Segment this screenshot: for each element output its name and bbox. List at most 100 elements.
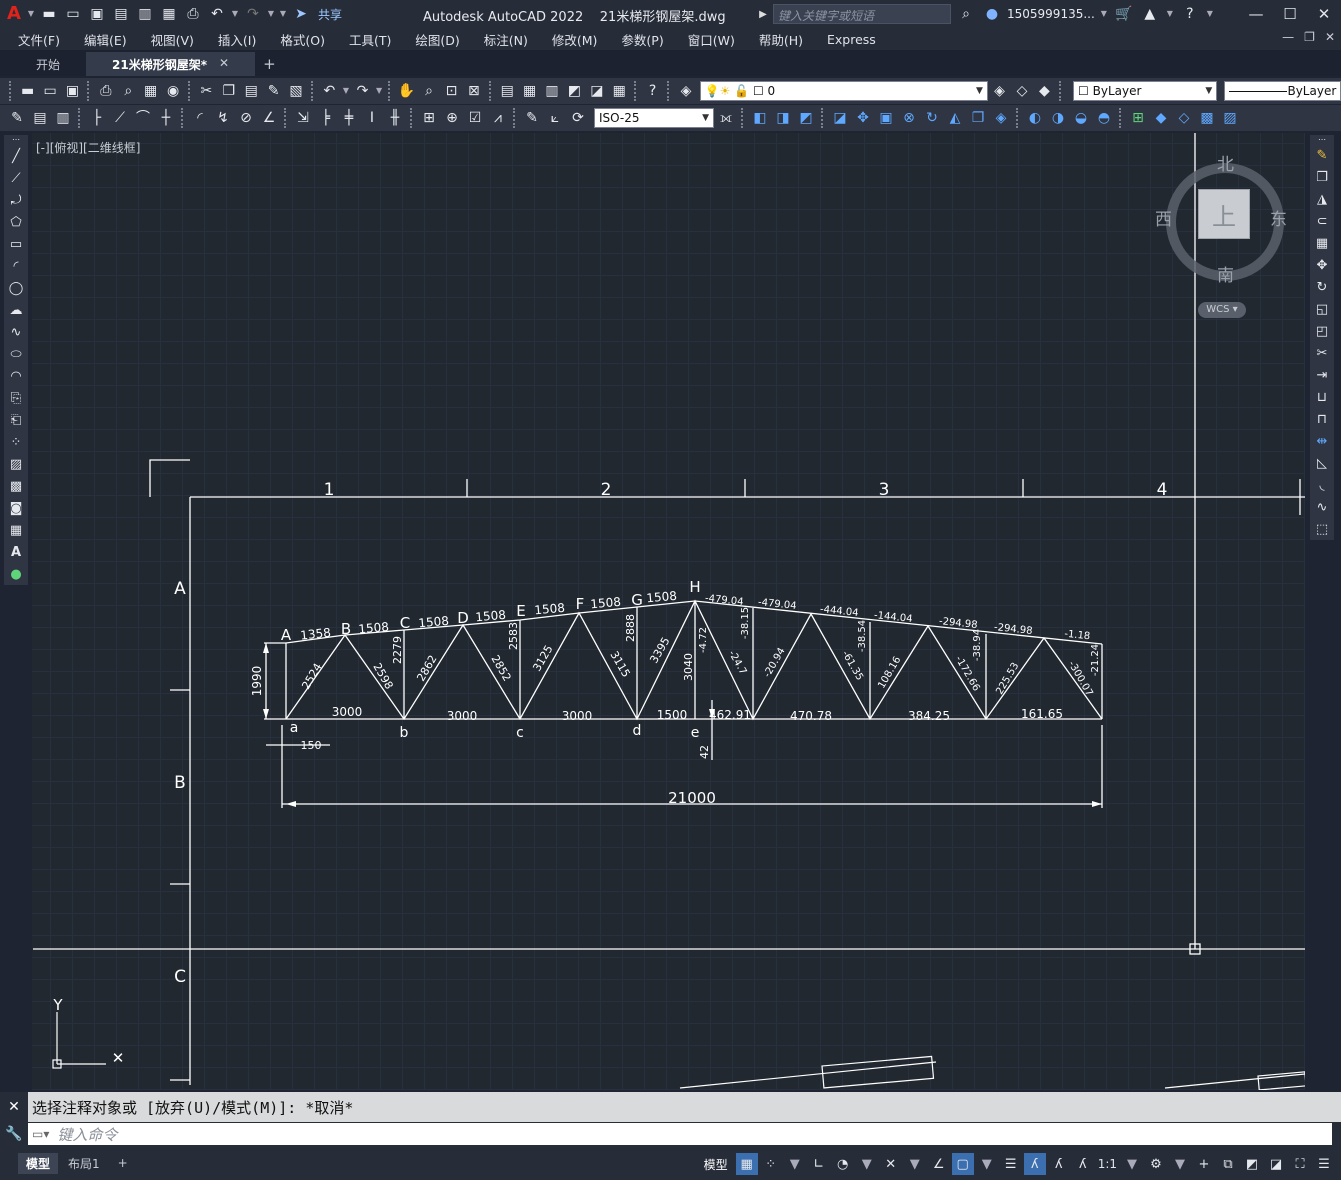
join-icon[interactable]: ⇹ (1311, 430, 1333, 452)
close-command-icon[interactable]: ✕ (0, 1092, 28, 1122)
markup-icon[interactable]: ◪ (586, 80, 607, 102)
match-properties-icon[interactable]: ✎ (263, 80, 284, 102)
polygon-icon[interactable]: ⬠ (5, 211, 27, 233)
undo-icon[interactable]: ↶ (319, 80, 340, 102)
make-current-layer-icon[interactable]: ◈ (989, 80, 1010, 102)
gradient-icon[interactable]: ▩ (5, 475, 27, 497)
chevron-down-icon[interactable]: ▼ (976, 1153, 998, 1175)
snap-icon[interactable]: ⁘ (760, 1153, 782, 1175)
tab-layout1[interactable]: 布局1 (60, 1153, 108, 1174)
break-icon[interactable]: ⊓ (1311, 408, 1333, 430)
ortho-icon[interactable]: ∟ (808, 1153, 830, 1175)
grid-icon[interactable]: ▦ (735, 1153, 758, 1175)
design-center-icon[interactable]: ▦ (519, 80, 540, 102)
continue-icon[interactable]: ╪ (338, 107, 360, 129)
insert-block-icon[interactable]: ⊞ (1127, 107, 1149, 129)
scale-icon[interactable]: ◱ (1311, 299, 1333, 321)
save-icon[interactable]: ▣ (86, 3, 108, 25)
wcs-menu-button[interactable]: WCS ▾ (1198, 302, 1246, 318)
copy-faces-icon[interactable]: ❐ (967, 107, 989, 129)
compass-west[interactable]: 西 (1155, 205, 1172, 230)
chevron-down-icon[interactable]: ▼ (904, 1153, 926, 1175)
annotation-scale-value[interactable]: 1:1 (1098, 1157, 1117, 1171)
new-icon[interactable]: ▬ (17, 80, 38, 102)
properties-icon[interactable]: ▤ (497, 80, 518, 102)
layer-state-icon[interactable]: ◆ (1034, 80, 1055, 102)
hardware-acceleration-icon[interactable]: ◩ (1241, 1153, 1263, 1175)
redo-icon[interactable]: ↷ (352, 80, 373, 102)
rotate-faces-icon[interactable]: ↻ (921, 107, 943, 129)
toolbar-grip[interactable]: ⋯ (5, 135, 27, 145)
inspection-icon[interactable]: ☑ (464, 107, 486, 129)
paste-icon[interactable]: ▤ (241, 80, 262, 102)
plot-preview-icon[interactable]: ⌕ (118, 80, 139, 102)
help-icon[interactable]: ? (642, 80, 663, 102)
multiline-text-icon[interactable]: A (5, 541, 27, 563)
command-prompt-icon[interactable]: ▭▾ (32, 1127, 49, 1141)
separate-icon[interactable]: ◒ (1070, 107, 1092, 129)
slice-icon[interactable]: ◇ (1173, 107, 1195, 129)
redo-icon[interactable]: ↷ (242, 3, 264, 25)
zoom-previous-icon[interactable]: ⊠ (463, 80, 484, 102)
doc-close-icon[interactable]: ✕ (1325, 30, 1335, 44)
menu-express[interactable]: Express (827, 32, 876, 47)
close-icon[interactable]: ✕ (1307, 0, 1341, 28)
ellipse-icon[interactable]: ⬭ (5, 343, 27, 365)
arc-length-icon[interactable]: ⌒ (132, 107, 154, 129)
compass-north[interactable]: 北 (1217, 150, 1234, 175)
maximize-icon[interactable]: ☐ (1273, 0, 1307, 28)
publish-icon[interactable]: ▦ (140, 80, 161, 102)
arc-icon[interactable]: ◜ (5, 255, 27, 277)
zoom-realtime-icon[interactable]: ⌕ (418, 80, 439, 102)
model-space-button[interactable]: 模型 (704, 1156, 728, 1173)
help-icon[interactable]: ? (1179, 3, 1201, 25)
menu-file[interactable]: 文件(F) (18, 30, 60, 49)
tab-start[interactable]: 开始 (10, 52, 86, 76)
cart-icon[interactable]: 🛒 (1113, 3, 1135, 25)
tab-model[interactable]: 模型 (18, 1152, 59, 1174)
blend-curves-icon[interactable]: ∿ (1311, 496, 1333, 518)
chevron-down-icon[interactable]: ▼ (784, 1153, 806, 1175)
cut-icon[interactable]: ✂ (196, 80, 217, 102)
menu-draw[interactable]: 绘图(D) (415, 30, 459, 49)
annotation-scale-icon[interactable]: ʎ (1072, 1153, 1094, 1175)
minimize-icon[interactable]: — (1239, 0, 1273, 28)
dim-space-icon[interactable]: Ι (361, 107, 383, 129)
chevron-down-icon[interactable]: ▼ (1099, 3, 1109, 25)
add-layout-button[interactable]: + (110, 1154, 136, 1172)
menu-edit[interactable]: 编辑(E) (84, 30, 127, 49)
dimstyle-icon[interactable]: ⟗ (715, 107, 737, 129)
menu-dimension[interactable]: 标注(N) (484, 30, 528, 49)
chevron-down-icon[interactable]: ▼ (1121, 1153, 1143, 1175)
ordinate-icon[interactable]: ┼ (155, 107, 177, 129)
chevron-down-icon[interactable]: ▼ (1165, 3, 1175, 25)
center-mark-icon[interactable]: ⊕ (441, 107, 463, 129)
layer-properties-icon[interactable]: ◈ (675, 80, 696, 102)
color-dropdown[interactable]: ☐ ByLayer ▼ (1073, 81, 1218, 101)
autodesk-app-icon[interactable]: ▲ (1139, 3, 1161, 25)
jogged-linear-icon[interactable]: ⩘ (487, 107, 509, 129)
offset-icon[interactable]: ⊂ (1311, 211, 1333, 233)
clean-icon[interactable]: ◑ (1047, 107, 1069, 129)
line-icon[interactable]: ╱ (5, 145, 27, 167)
rotate-icon[interactable]: ↻ (1311, 277, 1333, 299)
construction-line-icon[interactable]: ⟋ (5, 167, 27, 189)
toolbar-grip[interactable] (9, 81, 13, 101)
customization-menu-icon[interactable]: ☰ (1313, 1153, 1335, 1175)
dim-text-edit-icon[interactable]: ⟀ (544, 107, 566, 129)
explode-icon[interactable]: ⬚ (1311, 518, 1333, 540)
autocad-logo-icon[interactable]: A (4, 3, 24, 25)
region-icon[interactable]: ◙ (5, 497, 27, 519)
calculator-icon[interactable]: ▦ (609, 80, 630, 102)
edit-icon[interactable]: ✎ (6, 107, 28, 129)
erase-icon[interactable]: ✎ (1311, 145, 1333, 167)
insert-block-icon[interactable]: ⎘ (5, 387, 27, 409)
graphics-icon[interactable]: ◪ (1265, 1153, 1287, 1175)
new-file-icon[interactable]: ▬ (38, 3, 60, 25)
chevron-down-icon[interactable]: ▼ (856, 1153, 878, 1175)
tool-palettes-icon[interactable]: ▥ (541, 80, 562, 102)
share-button[interactable]: 共享 (318, 6, 342, 23)
jogged-icon[interactable]: ↯ (212, 107, 234, 129)
command-input[interactable]: ▭▾ 键入命令 (28, 1123, 1332, 1145)
open-icon[interactable]: ▭ (39, 80, 60, 102)
